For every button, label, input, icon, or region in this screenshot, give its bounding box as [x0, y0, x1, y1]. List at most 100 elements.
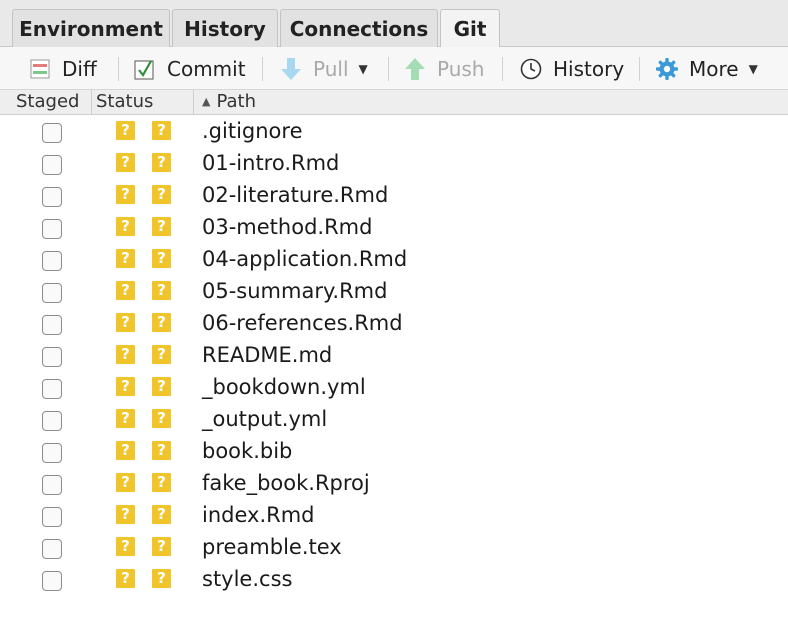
file-path: README.md [202, 343, 333, 367]
untracked-status-icon: ? [116, 313, 135, 332]
staged-checkbox[interactable] [42, 251, 62, 271]
file-path: fake_book.Rproj [202, 471, 370, 495]
file-row[interactable]: ?? 02-literature.Rmd [0, 180, 788, 212]
toolbar-divider [262, 57, 263, 81]
file-path: 01-intro.Rmd [202, 151, 340, 175]
file-row[interactable]: ?? _output.yml [0, 404, 788, 436]
more-label: More [689, 57, 739, 81]
file-path: 05-summary.Rmd [202, 279, 388, 303]
toolbar-divider [388, 57, 389, 81]
history-label: History [553, 57, 625, 81]
untracked-status-icon: ? [152, 185, 171, 204]
clock-icon [519, 57, 543, 81]
pull-down-arrow-icon [279, 57, 303, 81]
file-path: 02-literature.Rmd [202, 183, 389, 207]
file-row[interactable]: ?? 06-references.Rmd [0, 308, 788, 340]
file-row[interactable]: ?? 04-application.Rmd [0, 244, 788, 276]
staged-checkbox[interactable] [42, 219, 62, 239]
untracked-status-icon: ? [116, 377, 135, 396]
file-row[interactable]: ?? .gitignore [0, 116, 788, 148]
pull-label: Pull [313, 57, 349, 81]
staged-checkbox[interactable] [42, 283, 62, 303]
file-path: preamble.tex [202, 535, 342, 559]
file-row[interactable]: ?? 05-summary.Rmd [0, 276, 788, 308]
file-row[interactable]: ?? preamble.tex [0, 532, 788, 564]
tab-environment[interactable]: Environment [12, 9, 170, 47]
file-path: _output.yml [202, 407, 328, 431]
staged-checkbox[interactable] [42, 411, 62, 431]
untracked-status-icon: ? [116, 345, 135, 364]
untracked-status-icon: ? [116, 569, 135, 588]
untracked-status-icon: ? [152, 121, 171, 140]
staged-checkbox[interactable] [42, 443, 62, 463]
staged-checkbox[interactable] [42, 507, 62, 527]
untracked-status-icon: ? [152, 217, 171, 236]
untracked-status-icon: ? [152, 441, 171, 460]
tab-connections[interactable]: Connections [280, 9, 438, 47]
staged-checkbox[interactable] [42, 539, 62, 559]
staged-checkbox[interactable] [42, 347, 62, 367]
file-path: book.bib [202, 439, 293, 463]
sort-ascending-icon: ▲ [202, 95, 211, 108]
untracked-status-icon: ? [116, 441, 135, 460]
untracked-status-icon: ? [152, 313, 171, 332]
pane-tabbar: Environment History Connections Git [0, 0, 788, 48]
pull-dropdown-icon[interactable]: ▼ [359, 62, 368, 76]
commit-label: Commit [167, 57, 246, 81]
more-button[interactable]: More ▼ [655, 53, 758, 85]
file-row[interactable]: ?? fake_book.Rproj [0, 468, 788, 500]
gear-icon [655, 57, 679, 81]
staged-checkbox[interactable] [42, 123, 62, 143]
untracked-status-icon: ? [116, 153, 135, 172]
pull-button[interactable]: Pull ▼ [279, 53, 368, 85]
untracked-status-icon: ? [152, 153, 171, 172]
file-path: 03-method.Rmd [202, 215, 373, 239]
file-row[interactable]: ?? index.Rmd [0, 500, 788, 532]
untracked-status-icon: ? [152, 377, 171, 396]
history-button[interactable]: History [519, 53, 624, 85]
diff-icon [28, 57, 52, 81]
file-row[interactable]: ?? 01-intro.Rmd [0, 148, 788, 180]
file-path: 04-application.Rmd [202, 247, 408, 271]
untracked-status-icon: ? [152, 409, 171, 428]
untracked-status-icon: ? [152, 569, 171, 588]
untracked-status-icon: ? [152, 473, 171, 492]
file-path: index.Rmd [202, 503, 315, 527]
staged-checkbox[interactable] [42, 315, 62, 335]
staged-checkbox[interactable] [42, 475, 62, 495]
tab-history[interactable]: History [172, 9, 278, 47]
push-button[interactable]: Push [403, 53, 484, 85]
untracked-status-icon: ? [116, 281, 135, 300]
staged-header-label: Staged [16, 91, 80, 112]
column-header-path[interactable]: ▲ Path [198, 90, 498, 114]
untracked-status-icon: ? [152, 281, 171, 300]
staged-checkbox[interactable] [42, 155, 62, 175]
staged-checkbox[interactable] [42, 187, 62, 207]
untracked-status-icon: ? [116, 217, 135, 236]
diff-label: Diff [62, 57, 97, 81]
file-path: style.css [202, 567, 293, 591]
file-row[interactable]: ?? _bookdown.yml [0, 372, 788, 404]
column-header-status[interactable]: Status [92, 90, 194, 114]
untracked-status-icon: ? [116, 537, 135, 556]
untracked-status-icon: ? [116, 505, 135, 524]
file-row[interactable]: ?? README.md [0, 340, 788, 372]
file-list: ?? .gitignore?? 01-intro.Rmd?? 02-literatur… [0, 116, 788, 596]
diff-button[interactable]: Diff [28, 53, 97, 85]
tab-git[interactable]: Git [440, 9, 500, 48]
untracked-status-icon: ? [116, 249, 135, 268]
column-header-staged[interactable]: Staged [12, 90, 92, 114]
untracked-status-icon: ? [116, 185, 135, 204]
status-header-label: Status [96, 91, 154, 112]
push-up-arrow-icon [403, 57, 427, 81]
file-row[interactable]: ?? book.bib [0, 436, 788, 468]
path-header-label: Path [216, 91, 257, 112]
commit-button[interactable]: Commit [133, 53, 246, 85]
staged-checkbox[interactable] [42, 571, 62, 591]
toolbar-divider [639, 57, 640, 81]
staged-checkbox[interactable] [42, 379, 62, 399]
file-row[interactable]: ?? style.css [0, 564, 788, 596]
toolbar-divider [118, 57, 119, 81]
git-toolbar: Diff Commit Pull ▼ Push History More ▼ [0, 47, 788, 90]
file-row[interactable]: ?? 03-method.Rmd [0, 212, 788, 244]
